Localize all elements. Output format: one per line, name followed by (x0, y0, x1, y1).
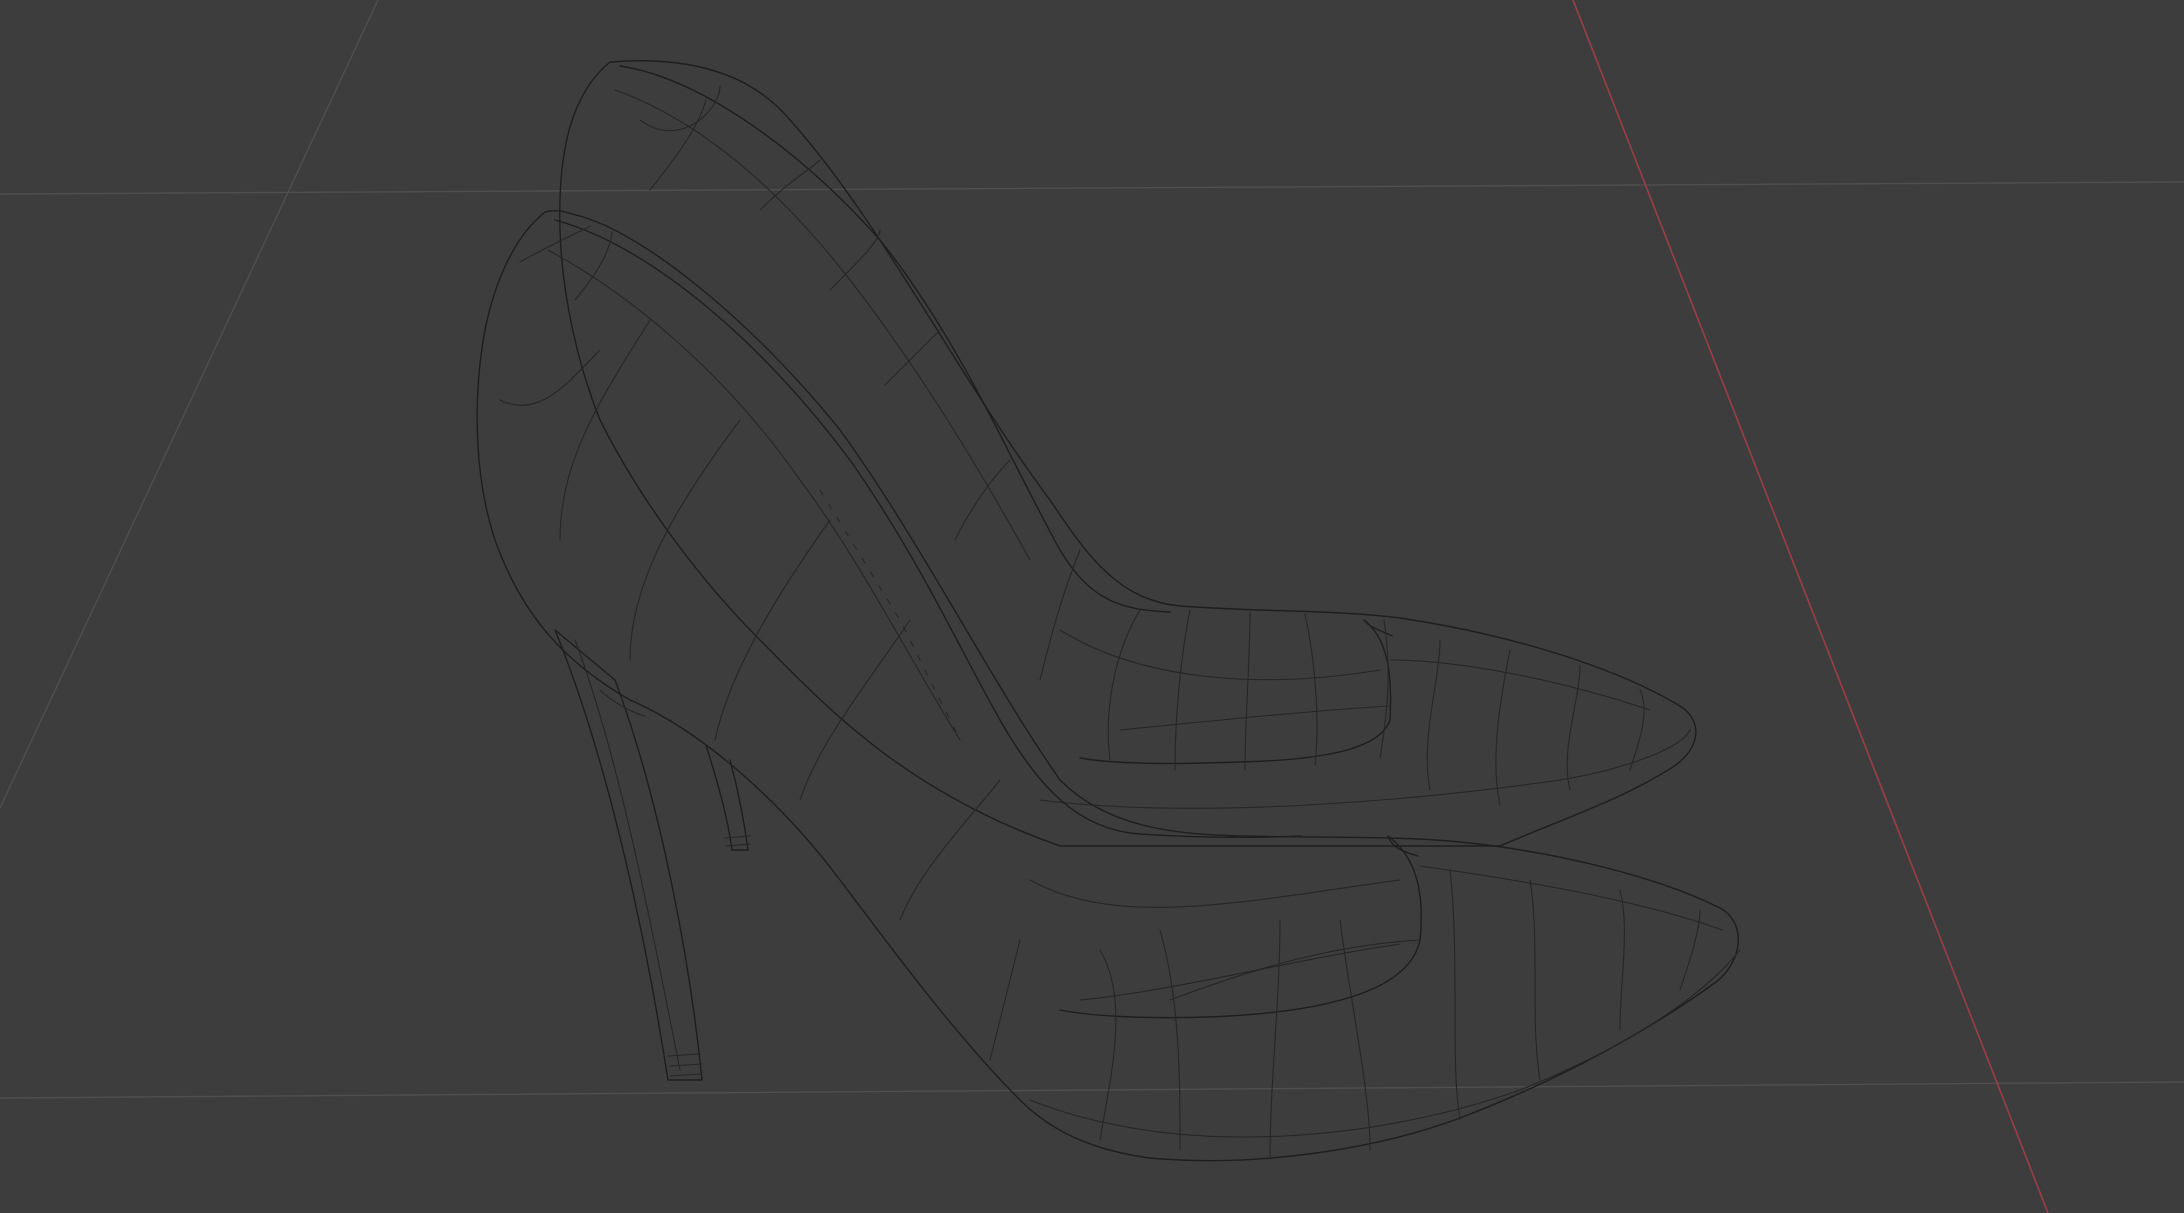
left-shoe-loop-2 (574, 231, 613, 301)
left-shoe-side-line-2 (1079, 943, 1401, 1001)
left-shoe-loop-7 (799, 619, 911, 801)
grid-line-left-diagonal (0, 0, 379, 809)
left-shoe-sole-edge (1029, 949, 1741, 1138)
left-shoe-loop-9 (989, 939, 1021, 1061)
left-shoe-loop-12 (1269, 919, 1281, 1161)
right-shoe-loop-4 (829, 229, 881, 291)
right-shoe-vamp-edge (1389, 659, 1651, 711)
left-shoe-outline (476, 209, 1739, 1162)
right-shoe-vamp (1079, 619, 1392, 765)
left-shoe-loop-8 (899, 779, 1001, 921)
right-shoe-outline (559, 60, 1697, 847)
3d-viewport[interactable] (0, 0, 2184, 1213)
left-shoe-mesh[interactable] (476, 209, 1741, 1162)
right-shoe-sole-edge (1039, 729, 1691, 809)
left-shoe-loop-5 (629, 419, 741, 661)
left-shoe-loop-14 (1449, 869, 1461, 1121)
grid-line-back (0, 181, 2184, 195)
left-shoe-side-line-3 (1169, 939, 1421, 1001)
left-shoe-vamp-edge (1419, 865, 1723, 931)
left-shoe-loop-15 (1529, 879, 1541, 1081)
right-shoe-mesh[interactable] (559, 60, 1697, 851)
right-shoe-loop-1 (639, 85, 721, 132)
left-shoe-loop-1 (519, 225, 591, 263)
right-shoe-loop-8 (1107, 609, 1141, 761)
right-shoe-collar-inner (614, 89, 1031, 561)
left-shoe-loop-11 (1159, 929, 1181, 1151)
grid-line-front (0, 1081, 2184, 1099)
x-axis-line (1572, 0, 2049, 1213)
left-shoe-loop-13 (1339, 919, 1371, 1151)
right-shoe-loop-15 (1566, 664, 1581, 791)
left-shoe-seam-dash (819, 489, 961, 741)
left-shoe-heel-tip (667, 1053, 703, 1077)
left-shoe-loop-16 (1619, 889, 1625, 1031)
floor-grid (0, 0, 2184, 1099)
left-shoe-heel-inner (574, 639, 681, 1071)
right-shoe-loop-6 (954, 459, 1011, 541)
right-shoe-loop-9 (1174, 609, 1191, 771)
left-shoe-loop-10 (1099, 949, 1117, 1141)
left-shoe-side-line-1 (1029, 879, 1401, 908)
left-shoe-heel-outer (554, 629, 703, 1081)
right-shoe-loop-10 (1244, 611, 1251, 771)
right-shoe-loop-11 (1304, 613, 1318, 766)
right-shoe-side-line-2 (1119, 705, 1391, 731)
right-shoe-loop-3 (759, 159, 821, 211)
right-shoe-loop-2 (649, 99, 707, 191)
left-shoe-collar-inner (547, 249, 961, 741)
left-shoe-loop-6 (714, 519, 831, 741)
right-shoe-loop-12 (1379, 619, 1389, 759)
right-shoe-side-line-1 (1059, 629, 1381, 681)
right-shoe-loop-16 (1629, 689, 1645, 771)
viewport-canvas[interactable] (0, 0, 2184, 1213)
right-shoe-toe-notch (1363, 619, 1393, 637)
